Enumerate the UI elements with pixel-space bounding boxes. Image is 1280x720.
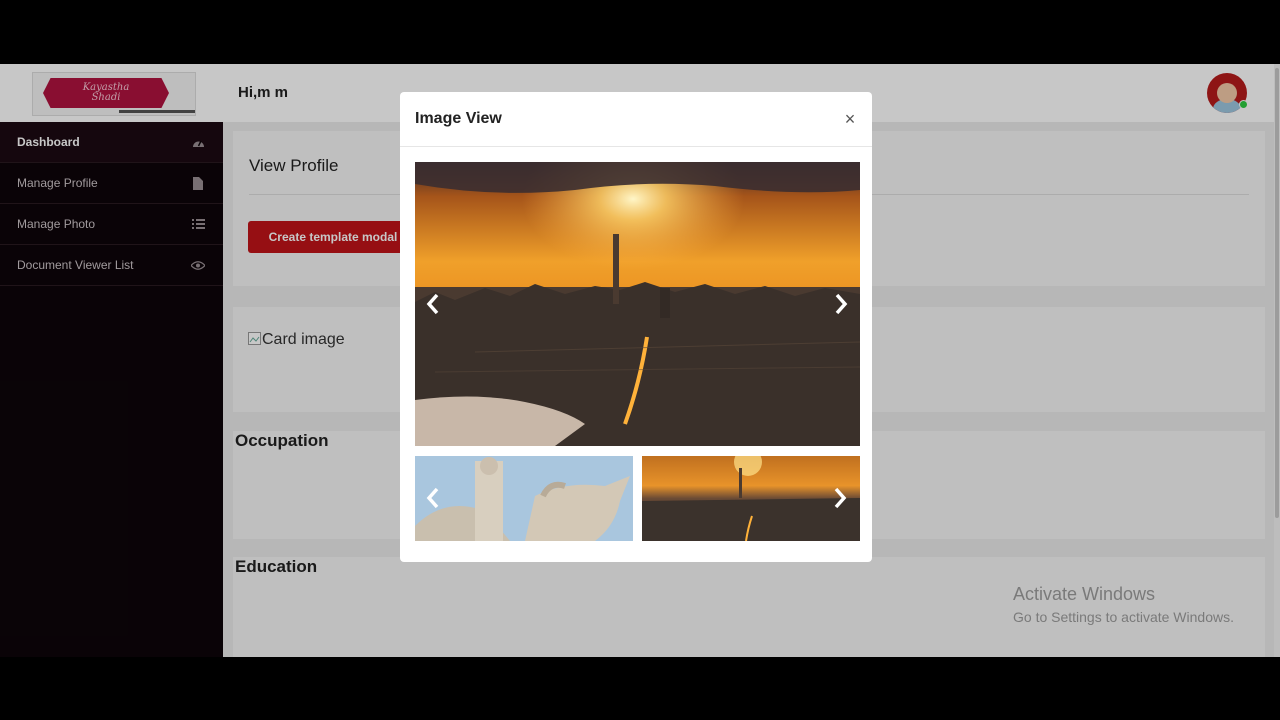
letterbox-bottom xyxy=(0,657,1280,720)
statue-image xyxy=(415,456,633,541)
image-view-modal: Image View × xyxy=(400,92,872,562)
letterbox-top xyxy=(0,0,1280,64)
thumbnail-city[interactable] xyxy=(642,456,860,541)
thumbnail-statue[interactable] xyxy=(415,456,633,541)
carousel-prev-icon[interactable] xyxy=(421,289,445,319)
city-sunset-image xyxy=(415,162,860,446)
close-icon[interactable]: × xyxy=(840,108,860,130)
thumbnail-next-icon[interactable] xyxy=(828,483,852,513)
modal-header: Image View × xyxy=(400,92,872,147)
activate-windows-subtitle: Go to Settings to activate Windows. xyxy=(1013,609,1234,625)
thumbnail-prev-icon[interactable] xyxy=(421,483,445,513)
carousel-next-icon[interactable] xyxy=(829,289,853,319)
activate-windows-title: Activate Windows xyxy=(1013,584,1156,604)
modal-title: Image View xyxy=(415,110,502,127)
app-window: Kayastha Shadi Hi,m m Dashboard Manage P… xyxy=(0,64,1280,657)
carousel-main-image xyxy=(415,162,860,446)
